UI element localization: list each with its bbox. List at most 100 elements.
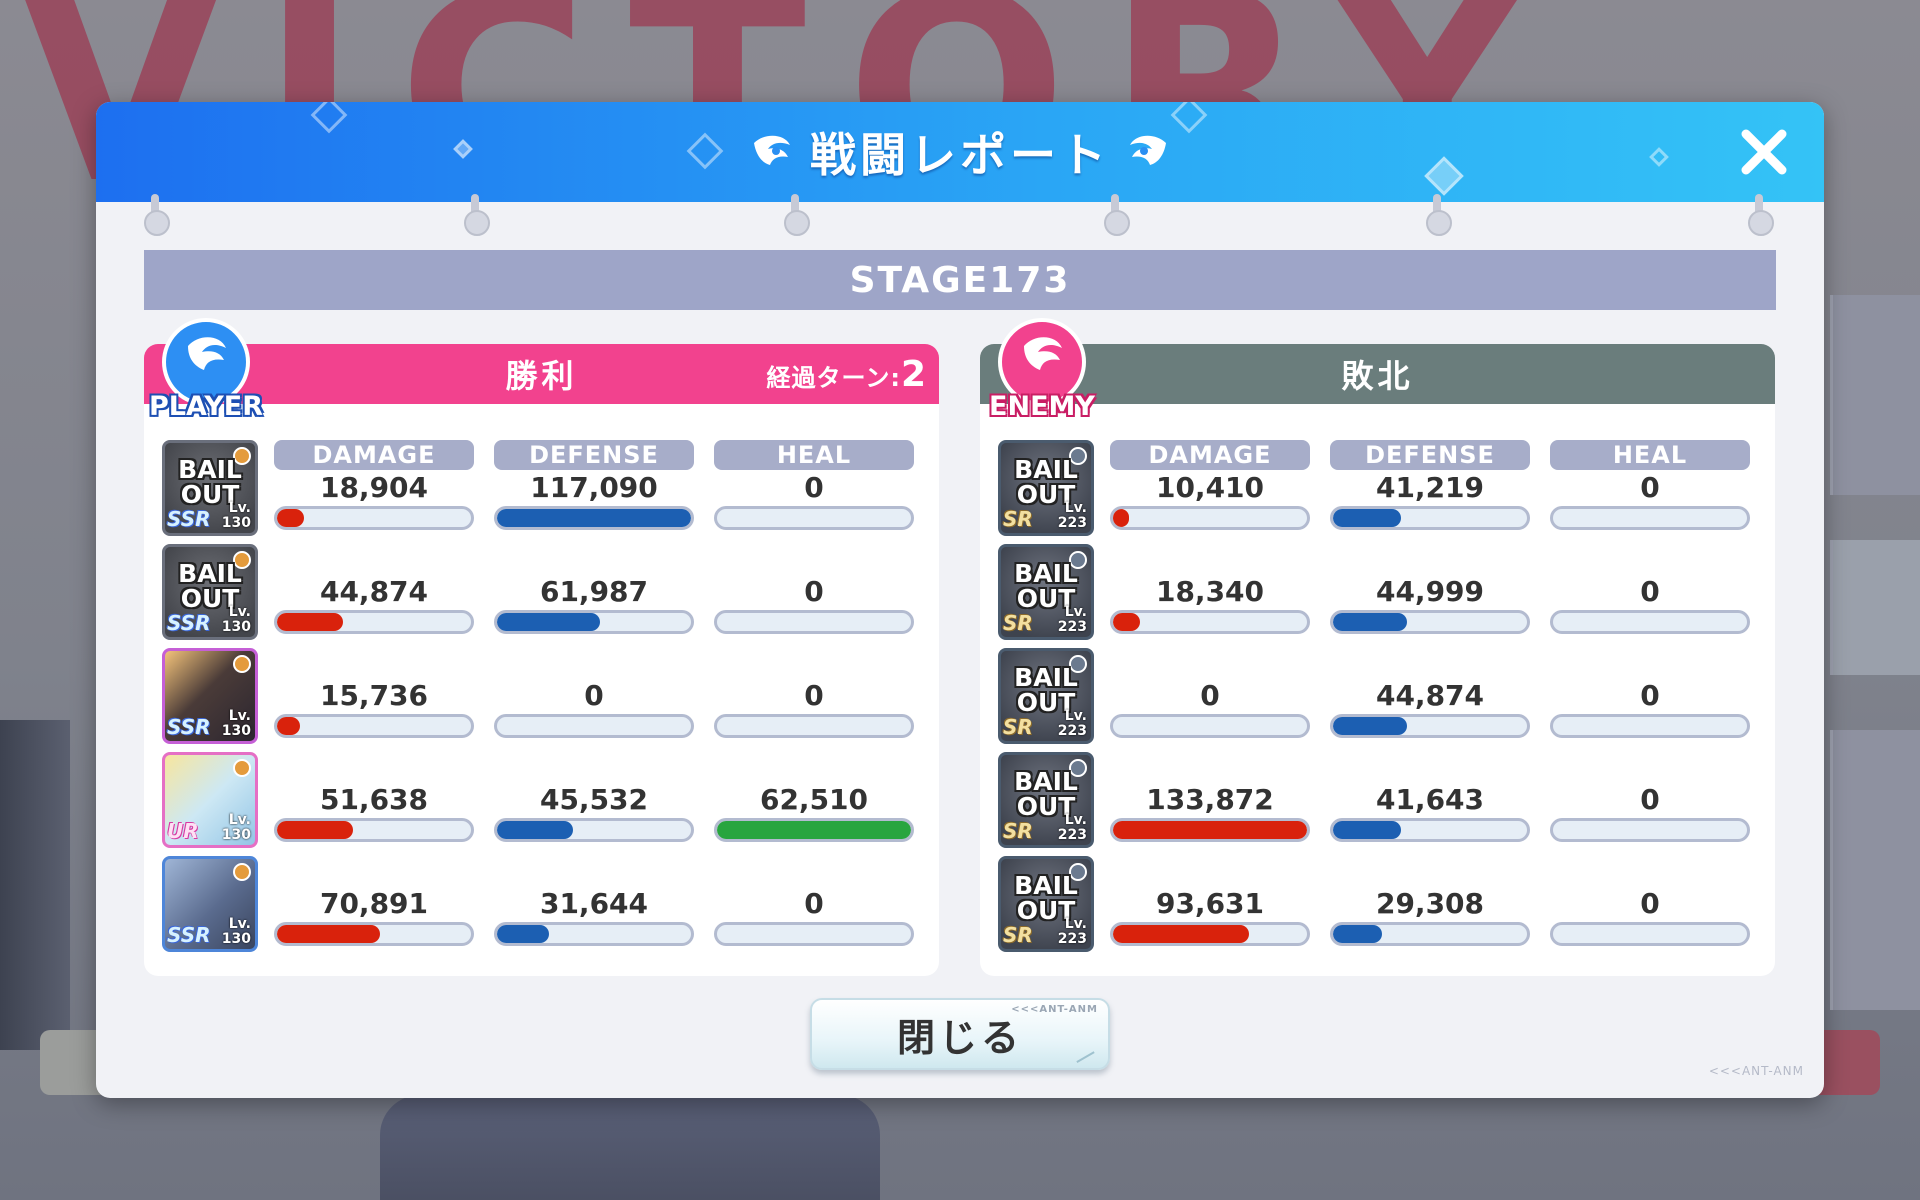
level-value: 223 — [1057, 827, 1087, 843]
unit-avatar[interactable]: UR Lv. 130 — [162, 752, 258, 848]
level-prefix: Lv. — [1064, 812, 1087, 828]
diamond-decoration — [686, 132, 724, 170]
damage-bar — [274, 714, 474, 738]
defense-bar-fill — [1333, 821, 1401, 839]
damage-value: 10,410 — [1155, 471, 1265, 504]
level-prefix: Lv. — [228, 916, 251, 932]
unit-avatar[interactable]: BAIL OUT SSR Lv. 130 — [162, 544, 258, 640]
unit-avatar[interactable]: BAIL OUT SR Lv. 223 — [998, 544, 1094, 640]
unit-level: Lv. 130 — [222, 501, 251, 531]
level-value: 130 — [221, 515, 251, 531]
damage-bar-fill — [1113, 821, 1307, 839]
unit-row: BAIL OUT SR Lv. 223 133,872 41,643 0 — [998, 752, 1768, 856]
damage-label: DAMAGE — [274, 440, 474, 470]
heal-stat: 0 — [714, 856, 914, 946]
heal-value: 0 — [1640, 783, 1660, 816]
damage-value: 18,340 — [1155, 575, 1265, 608]
defense-bar — [494, 610, 694, 634]
unit-avatar[interactable]: BAIL OUT SR Lv. 223 — [998, 856, 1094, 952]
defense-value: 0 — [584, 679, 604, 712]
enemy-unit-list: BAIL OUT SR Lv. 223 DAMAGE 10,410 DEFENSE 41,21… — [998, 440, 1768, 960]
defense-value: 45,532 — [539, 783, 649, 816]
defense-bar — [1330, 922, 1530, 946]
unit-row: BAIL OUT SR Lv. 223 93,631 29,308 0 — [998, 856, 1768, 960]
heal-bar — [714, 714, 914, 738]
background-panel — [0, 720, 70, 1050]
unit-level: Lv. 223 — [1058, 605, 1087, 635]
binder-pin — [1426, 194, 1452, 236]
heal-value: 0 — [1640, 679, 1660, 712]
unit-avatar[interactable]: BAIL OUT SSR Lv. 130 — [162, 440, 258, 536]
footer-logo: <<<ANT-ANM — [1708, 1064, 1804, 1078]
defense-value: 117,090 — [530, 471, 658, 504]
heal-value: 62,510 — [759, 783, 869, 816]
rarity-badge: SR — [1003, 923, 1033, 947]
unit-row: BAIL OUT SSR Lv. 130 DAMAGE 18,904 DEFENSE 117,… — [162, 440, 932, 544]
badge-label: ENEMY — [989, 391, 1095, 422]
background-card — [1830, 540, 1920, 675]
turns-label: 経過ターン: — [766, 364, 901, 392]
defense-stat: 44,999 — [1330, 544, 1530, 634]
level-prefix: Lv. — [228, 604, 251, 620]
damage-label: DAMAGE — [1110, 440, 1310, 470]
defense-bar — [1330, 506, 1530, 530]
unit-avatar[interactable]: SSR Lv. 130 — [162, 856, 258, 952]
unit-avatar[interactable]: BAIL OUT SR Lv. 223 — [998, 752, 1094, 848]
close-button[interactable]: 閉じる <<<ANT-ANM — [810, 998, 1110, 1070]
level-value: 130 — [221, 827, 251, 843]
heal-bar — [714, 610, 914, 634]
damage-bar-fill — [277, 613, 343, 631]
rarity-badge: SR — [1003, 715, 1033, 739]
dialog-title: 戦闘レポート — [750, 119, 1170, 185]
player-unit-list: BAIL OUT SSR Lv. 130 DAMAGE 18,904 DEFENSE 117,… — [162, 440, 932, 960]
heal-bar — [714, 506, 914, 530]
wing-icon — [1130, 135, 1166, 165]
defense-bar — [1330, 818, 1530, 842]
heal-stat: HEAL 0 — [1550, 440, 1750, 530]
button-tag: <<<ANT-ANM — [1011, 1004, 1098, 1015]
rarity-badge: SR — [1003, 611, 1033, 635]
defense-label: DEFENSE — [1330, 440, 1530, 470]
defense-value: 29,308 — [1375, 887, 1485, 920]
close-icon[interactable] — [1738, 126, 1790, 178]
damage-value: 18,904 — [319, 471, 429, 504]
defense-bar — [1330, 610, 1530, 634]
damage-bar — [1110, 610, 1310, 634]
enemy-badge: ENEMY — [976, 318, 1108, 422]
damage-value: 0 — [1200, 679, 1220, 712]
unit-avatar[interactable]: BAIL OUT SR Lv. 223 — [998, 440, 1094, 536]
player-panel: 勝利 経過ターン:2 PLAYER BAIL OUT SSR Lv. 130 DAMAG… — [144, 318, 939, 976]
background-character — [380, 1095, 880, 1200]
level-value: 130 — [221, 931, 251, 947]
heal-stat: 0 — [1550, 544, 1750, 634]
level-prefix: Lv. — [228, 500, 251, 516]
rarity-badge: SSR — [167, 923, 211, 947]
background-card — [1830, 730, 1920, 1010]
unit-avatar[interactable]: SSR Lv. 130 — [162, 648, 258, 744]
defense-stat: 45,532 — [494, 752, 694, 842]
unit-level: Lv. 130 — [222, 709, 251, 739]
unit-level: Lv. 130 — [222, 813, 251, 843]
unit-avatar[interactable]: BAIL OUT SR Lv. 223 — [998, 648, 1094, 744]
level-prefix: Lv. — [228, 812, 251, 828]
defense-bar — [494, 922, 694, 946]
defense-stat: 31,644 — [494, 856, 694, 946]
defense-value: 61,987 — [539, 575, 649, 608]
rarity-badge: UR — [167, 819, 199, 843]
heal-value: 0 — [804, 471, 824, 504]
defense-value: 41,219 — [1375, 471, 1485, 504]
level-prefix: Lv. — [1064, 916, 1087, 932]
diamond-decoration — [1424, 156, 1464, 196]
defense-stat: 29,308 — [1330, 856, 1530, 946]
damage-bar-fill — [277, 717, 301, 735]
rarity-badge: SR — [1003, 507, 1033, 531]
heal-stat: 0 — [1550, 856, 1750, 946]
heal-bar — [714, 818, 914, 842]
unit-row: BAIL OUT SR Lv. 223 DAMAGE 10,410 DEFENSE 41,21… — [998, 440, 1768, 544]
level-value: 130 — [221, 619, 251, 635]
heal-stat: 0 — [714, 544, 914, 634]
damage-bar — [274, 610, 474, 634]
wing-icon — [754, 135, 790, 165]
defense-value: 44,874 — [1375, 679, 1485, 712]
damage-value: 15,736 — [319, 679, 429, 712]
